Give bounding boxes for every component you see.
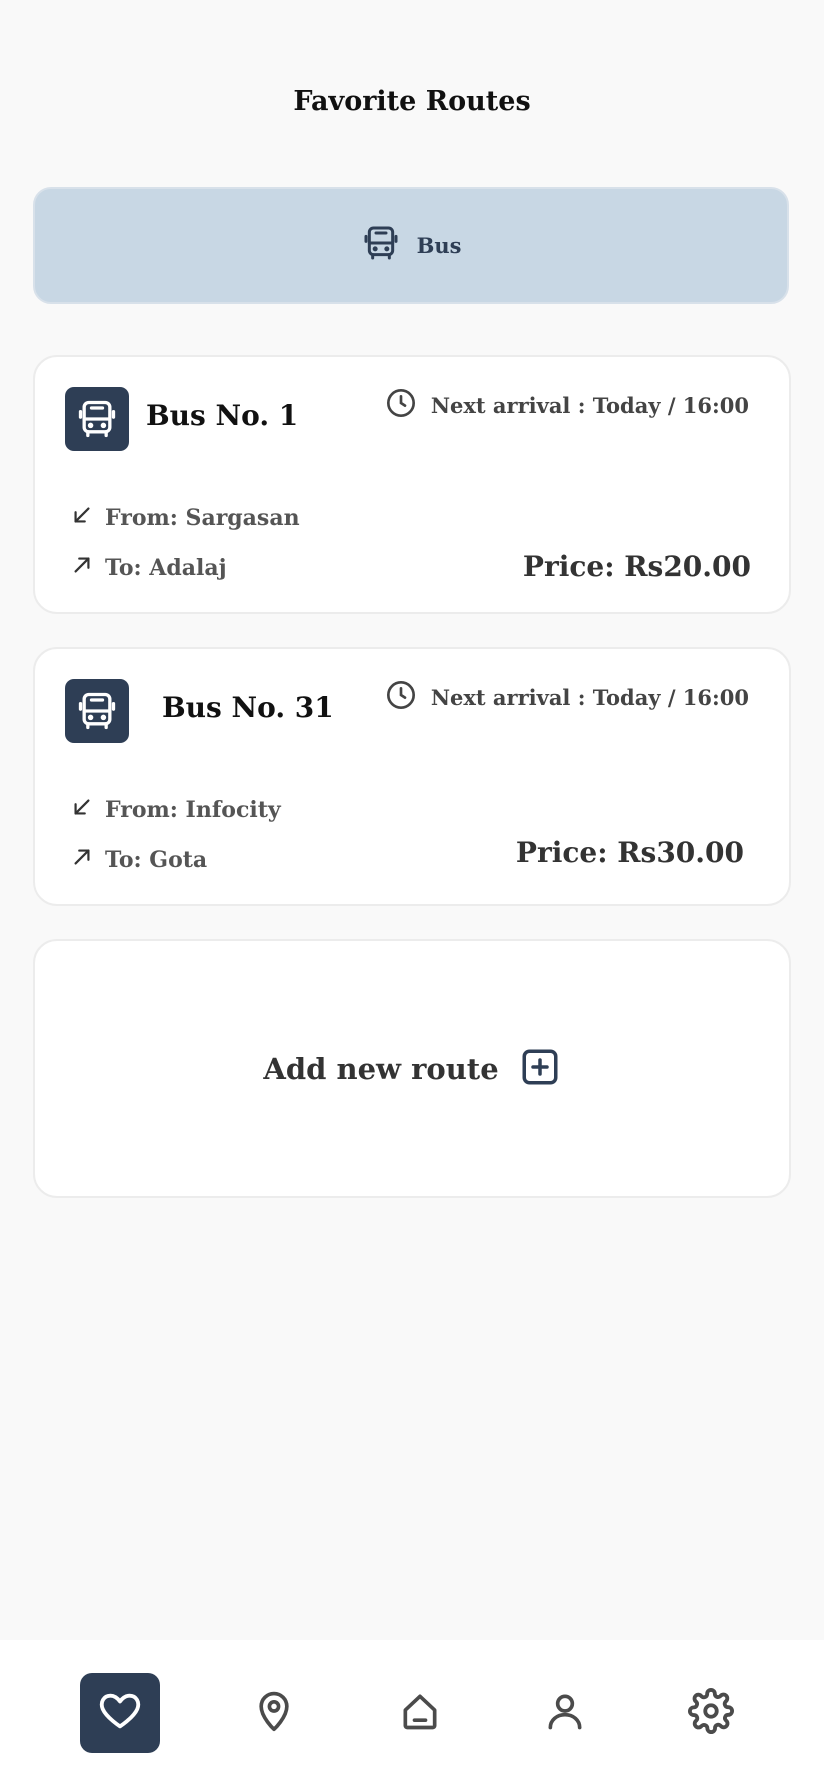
route-to: To: Adalaj bbox=[71, 554, 227, 582]
bus-name: Bus No. 31 bbox=[162, 691, 334, 724]
gear-icon bbox=[688, 1688, 734, 1738]
route-from-text: From: Infocity bbox=[105, 797, 281, 823]
route-from: From: Infocity bbox=[71, 796, 281, 824]
clock-icon bbox=[385, 387, 417, 424]
route-to-text: To: Adalaj bbox=[105, 555, 227, 581]
clock-icon bbox=[385, 679, 417, 716]
arrow-up-right-icon bbox=[71, 554, 93, 582]
next-arrival: Next arrival : Today / 16:00 bbox=[385, 679, 749, 716]
arrow-down-left-icon bbox=[71, 796, 93, 824]
nav-map[interactable] bbox=[234, 1673, 314, 1753]
nav-favorites[interactable] bbox=[80, 1673, 160, 1753]
heart-icon bbox=[97, 1688, 143, 1738]
user-icon bbox=[543, 1689, 587, 1737]
next-arrival-text: Next arrival : Today / 16:00 bbox=[430, 393, 749, 418]
add-new-route-label: Add new route bbox=[263, 1051, 499, 1086]
next-arrival: Next arrival : Today / 16:00 bbox=[385, 387, 749, 424]
arrow-up-right-icon bbox=[71, 846, 93, 874]
route-from: From: Sargasan bbox=[71, 504, 300, 532]
route-from-text: From: Sargasan bbox=[105, 505, 300, 531]
route-price: Price: Rs20.00 bbox=[522, 550, 751, 583]
route-card[interactable]: Bus No. 31 Next arrival : Today / 16:00 … bbox=[33, 647, 791, 906]
next-arrival-text: Next arrival : Today / 16:00 bbox=[430, 685, 749, 710]
nav-home[interactable] bbox=[380, 1673, 460, 1753]
nav-settings[interactable] bbox=[671, 1673, 751, 1753]
bus-name: Bus No. 1 bbox=[146, 399, 299, 432]
bus-icon bbox=[65, 387, 129, 451]
bus-icon bbox=[65, 679, 129, 743]
bus-filter-label: Bus bbox=[416, 233, 462, 258]
home-icon bbox=[398, 1689, 442, 1737]
bus-icon bbox=[361, 223, 401, 268]
plus-square-icon bbox=[519, 1046, 561, 1092]
map-pin-icon bbox=[252, 1689, 296, 1737]
route-to: To: Gota bbox=[71, 846, 207, 874]
bottom-navigation bbox=[0, 1640, 824, 1784]
route-to-text: To: Gota bbox=[105, 847, 208, 873]
add-new-route-button[interactable]: Add new route bbox=[33, 939, 791, 1198]
page-title: Favorite Routes bbox=[293, 86, 531, 117]
nav-profile[interactable] bbox=[525, 1673, 605, 1753]
arrow-down-left-icon bbox=[71, 504, 93, 532]
route-card[interactable]: Bus No. 1 Next arrival : Today / 16:00 F… bbox=[33, 355, 791, 614]
bus-filter-button[interactable]: Bus bbox=[33, 187, 789, 304]
route-price: Price: Rs30.00 bbox=[515, 836, 744, 869]
